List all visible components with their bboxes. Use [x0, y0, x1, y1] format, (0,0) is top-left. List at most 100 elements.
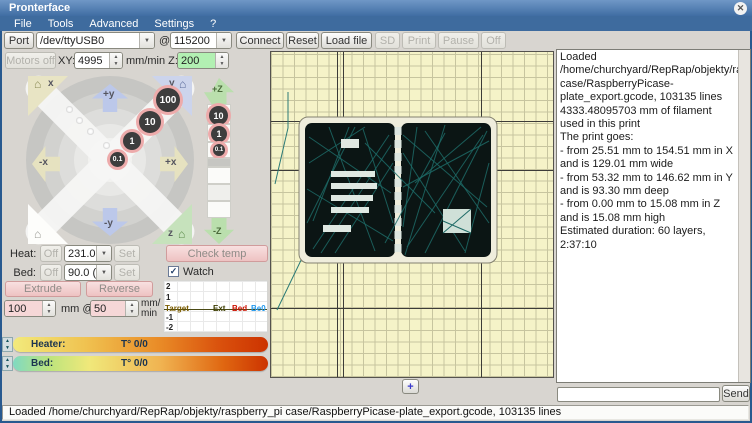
bed-gauge-value: T° 0/0: [121, 358, 148, 369]
sd-button: SD: [375, 32, 400, 49]
spin-down-icon[interactable]: ▼: [43, 309, 55, 317]
heater-gauge[interactable]: Heater: T° 0/0: [13, 337, 268, 352]
heat-set-button: Set: [114, 245, 140, 262]
extrude-length-stepper[interactable]: 100 ▲▼: [4, 300, 56, 317]
spin-up-icon[interactable]: ▲: [43, 301, 55, 309]
plus-y-label: +y: [103, 89, 114, 100]
home-z-label: z: [168, 228, 173, 239]
baud-at-label: @: [159, 35, 170, 47]
load-file-button[interactable]: Load file: [321, 32, 372, 49]
gcode-viewer[interactable]: [270, 51, 554, 378]
status-bar: Loaded /home/churchyard/RepRap/objekty/r…: [2, 405, 749, 420]
graph-legend-bed0: Be0: [251, 304, 266, 313]
menu-advanced[interactable]: Advanced: [81, 18, 146, 30]
spin-up-icon[interactable]: ▲: [216, 53, 228, 61]
heat-label: Heat:: [10, 248, 36, 260]
port-button[interactable]: Port: [4, 32, 34, 49]
log-scrollbar[interactable]: [738, 50, 750, 382]
bed-set-button: Set: [114, 264, 140, 281]
z-step-1-badge[interactable]: 1: [211, 126, 227, 142]
reverse-button[interactable]: Reverse: [86, 281, 153, 297]
menu-tools[interactable]: Tools: [40, 18, 82, 30]
heater-gauge-stepper[interactable]: ▲▼: [2, 337, 13, 352]
bed-off-button: Off: [40, 264, 62, 281]
pad-dot: [66, 106, 73, 113]
bed-label: Bed:: [10, 267, 36, 279]
graph-tick: 1: [166, 293, 170, 302]
heat-off-button: Off: [40, 245, 62, 262]
extrude-speed-value: 50: [91, 301, 125, 316]
spin-up-icon[interactable]: ▲: [110, 53, 122, 61]
check-temp-button[interactable]: Check temp: [166, 245, 268, 262]
pad-dot: [76, 117, 83, 124]
menu-settings[interactable]: Settings: [146, 18, 202, 30]
extrude-button[interactable]: Extrude: [5, 281, 81, 297]
z-step-10-badge[interactable]: 10: [209, 106, 228, 125]
send-button[interactable]: Send: [722, 385, 750, 402]
menu-file[interactable]: File: [6, 18, 40, 30]
bed-gauge-label: Bed:: [31, 358, 53, 369]
title-bar: Pronterface: [0, 0, 752, 16]
graph-tick: 2: [166, 282, 170, 291]
gcode-input[interactable]: [557, 387, 720, 402]
pad-dot: [103, 142, 110, 149]
pad-dot: [87, 128, 94, 135]
pause-button: Pause: [438, 32, 479, 49]
bed-gauge[interactable]: Bed: T° 0/0: [13, 356, 268, 371]
graph-legend-ext: Ext: [213, 304, 225, 313]
close-icon[interactable]: ✕: [734, 2, 747, 15]
spin-down-icon[interactable]: ▼: [110, 61, 122, 69]
window-title: Pronterface: [9, 2, 70, 14]
z-feedrate-stepper[interactable]: 200 ▲▼: [177, 52, 229, 69]
z-track-cell[interactable]: [207, 167, 231, 184]
spin-down-icon[interactable]: ▼: [3, 345, 12, 352]
baud-combo[interactable]: 115200 ▼: [170, 32, 232, 49]
reset-button[interactable]: Reset: [286, 32, 319, 49]
pronterface-window: Pronterface ✕ File Tools Advanced Settin…: [0, 0, 752, 423]
mm-at-label: mm @: [61, 303, 94, 315]
home-x-label: x: [48, 78, 54, 89]
graph-tick: -2: [166, 323, 173, 332]
port-combo[interactable]: /dev/ttyUSB0 ▼: [36, 32, 155, 49]
step-100-badge[interactable]: 100: [156, 88, 180, 112]
step-10-badge[interactable]: 10: [139, 111, 161, 133]
minus-y-label: -y: [104, 218, 113, 229]
extrude-length-value: 100: [5, 301, 42, 316]
z-move-column: +Z 10 1 0.1 -Z: [204, 78, 234, 244]
chevron-down-icon[interactable]: ▼: [216, 33, 231, 48]
menu-help[interactable]: ?: [202, 18, 224, 30]
z-feed-label: mm/min Z:: [126, 55, 178, 67]
step-0.1-badge[interactable]: 0.1: [110, 152, 125, 167]
heat-temp-value: 231.0 (: [65, 246, 96, 261]
chevron-down-icon[interactable]: ▼: [139, 33, 154, 48]
spin-down-icon[interactable]: ▼: [126, 309, 138, 317]
speed-unit-label: mm/ min: [141, 299, 160, 319]
heat-temp-combo[interactable]: 231.0 ( ▼: [64, 245, 112, 262]
watch-checkbox[interactable]: ✓: [168, 266, 179, 277]
watch-label: Watch: [183, 266, 214, 278]
graph-tick: -1: [166, 313, 173, 322]
home-icon: ⌂: [178, 228, 185, 240]
home-icon: ⌂: [179, 78, 186, 90]
connect-button[interactable]: Connect: [236, 32, 284, 49]
spin-down-icon[interactable]: ▼: [3, 364, 12, 371]
zoom-in-button[interactable]: +: [402, 379, 419, 394]
spin-up-icon[interactable]: ▲: [126, 301, 138, 309]
spin-down-icon[interactable]: ▼: [216, 61, 228, 69]
menu-bar: File Tools Advanced Settings ?: [0, 16, 752, 31]
bed-temp-combo[interactable]: 90.0 (u ▼: [64, 264, 112, 281]
z-step-0.1-badge[interactable]: 0.1: [213, 144, 225, 156]
z-track-cell[interactable]: [207, 201, 231, 218]
chevron-down-icon[interactable]: ▼: [96, 265, 111, 280]
home-icon: ⌂: [34, 78, 41, 90]
chevron-down-icon[interactable]: ▼: [96, 246, 111, 261]
bed-gauge-stepper[interactable]: ▲▼: [2, 356, 13, 371]
minus-z-label: -Z: [213, 226, 222, 236]
console-log: Loaded /home/churchyard/RepRap/objekty/r…: [556, 49, 751, 383]
z-track-cell[interactable]: [207, 184, 231, 201]
step-1-badge[interactable]: 1: [123, 132, 141, 150]
extrude-speed-stepper[interactable]: 50 ▲▼: [90, 300, 139, 317]
xy-feed-label: XY:: [58, 55, 75, 67]
xy-feedrate-stepper[interactable]: 4995 ▲▼: [74, 52, 123, 69]
graph-legend-target: Target: [165, 304, 189, 313]
